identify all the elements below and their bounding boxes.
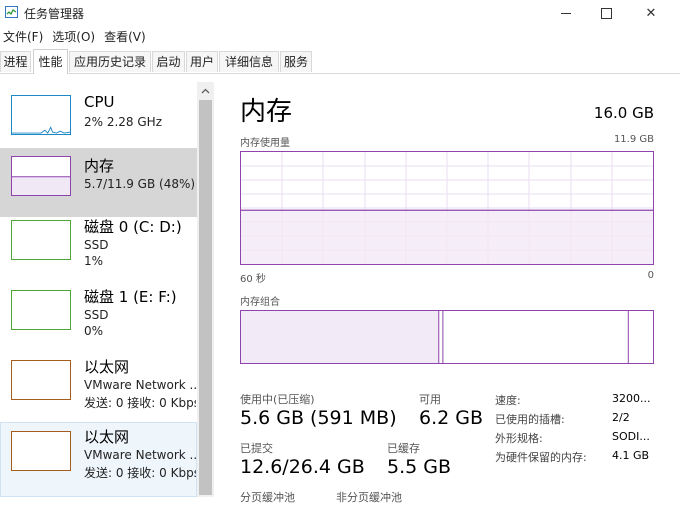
composition-label: 内存组合 [240,297,280,308]
paged-pool-label: 分页缓冲池 [240,491,295,504]
tab-processes[interactable]: 进程 [0,51,31,72]
sidebar-item-title: 磁盘 1 (E: F:) [84,288,177,306]
ethernet-1-thumbnail-graph [11,360,71,400]
menu-options[interactable]: 选项(O) [49,28,99,46]
scroll-thumb[interactable] [199,100,212,495]
sidebar-item-disk-1[interactable]: 磁盘 1 (E: F:) SSD 0% [0,286,197,355]
sidebar-scrollbar[interactable] [197,82,214,497]
form-factor-value: SODI... [612,430,650,443]
sidebar-item-ethernet-1[interactable]: 以太网 VMware Network ... 发送: 0 接收: 0 Kbps [0,356,197,425]
minimize-icon [561,12,571,14]
memory-thumbnail-graph [11,156,71,196]
sidebar-item-detail: 2% 2.28 GHz [84,115,163,129]
sidebar-item-detail: 发送: 0 接收: 0 Kbps [84,396,196,410]
title-bar: 任务管理器 ✕ [0,0,680,26]
slots-label: 已使用的插槽: [495,413,565,426]
sidebar-item-detail: 5.7/11.9 GB (48%) [84,177,196,191]
cached-label: 已缓存 [387,442,420,455]
committed-label: 已提交 [240,442,273,455]
sidebar-item-title: CPU [84,93,115,111]
in-use-label: 使用中(已压缩) [240,393,315,406]
memory-usage-graph [240,151,654,265]
memory-detail-panel: 内存 16.0 GB 内存使用量 11.9 GB 60 秒 0 内存组合 使用中… [214,82,680,504]
window-title: 任务管理器 [24,7,85,21]
sidebar-item-memory[interactable]: 内存 5.7/11.9 GB (48%) [0,148,197,217]
menu-bar: 文件(F) 选项(O) 查看(V) [0,28,152,46]
time-axis-left: 60 秒 [240,274,266,285]
slots-value: 2/2 [612,411,630,424]
speed-value: 3200... [612,392,651,405]
tab-details[interactable]: 详细信息 [219,51,279,72]
in-use-value: 5.6 GB (591 MB) [240,407,397,429]
performance-sidebar: CPU 2% 2.28 GHz 内存 5.7/11.9 GB (48%) 磁盘 … [0,82,197,497]
disk-0-thumbnail-graph [11,220,71,260]
available-value: 6.2 GB [419,407,484,429]
committed-value: 12.6/26.4 GB [240,456,365,478]
task-manager-icon [5,6,18,18]
sidebar-item-title: 以太网 [84,428,130,446]
hardware-reserved-label: 为硬件保留的内存: [495,451,587,464]
scroll-up-button[interactable] [197,82,214,99]
sidebar-item-title: 以太网 [84,358,130,376]
tab-startup[interactable]: 启动 [152,51,185,72]
ethernet-2-thumbnail-graph [11,431,71,471]
maximize-icon [600,7,612,19]
tab-app-history[interactable]: 应用历史记录 [69,51,151,72]
nonpaged-pool-label: 非分页缓冲池 [336,491,402,504]
form-factor-label: 外形规格: [495,432,543,445]
tab-services[interactable]: 服务 [280,51,312,72]
sidebar-item-detail: 发送: 0 接收: 0 Kbps [84,466,196,480]
tab-bar: 进程 性能 应用历史记录 启动 用户 详细信息 服务 [0,49,680,74]
sidebar-item-adapter: VMware Network ... [84,448,196,462]
cpu-thumbnail-graph [11,95,71,135]
speed-label: 速度: [495,394,521,407]
cached-value: 5.5 GB [387,456,452,478]
menu-file[interactable]: 文件(F) [0,28,47,46]
sidebar-item-title: 磁盘 0 (C: D:) [84,218,182,236]
sidebar-item-type: SSD [84,238,109,252]
sidebar-item-type: SSD [84,308,109,322]
page-title: 内存 [240,97,293,127]
sidebar-item-adapter: VMware Network ... [84,378,196,392]
sidebar-item-detail: 1% [84,254,104,268]
memory-total: 16.0 GB [593,104,654,122]
usage-graph-label: 内存使用量 [240,138,290,149]
usage-graph-max: 11.9 GB [613,134,654,145]
sidebar-item-title: 内存 [84,157,115,175]
sidebar-item-ethernet-2[interactable]: 以太网 VMware Network ... 发送: 0 接收: 0 Kbps [0,422,197,497]
memory-composition-bar [240,310,654,364]
hardware-reserved-value: 4.1 GB [612,449,650,462]
menu-view[interactable]: 查看(V) [101,28,150,46]
maximize-button[interactable] [583,0,629,26]
close-icon: ✕ [645,5,657,21]
sidebar-item-disk-0[interactable]: 磁盘 0 (C: D:) SSD 1% [0,216,197,285]
sidebar-item-cpu[interactable]: CPU 2% 2.28 GHz [0,82,197,151]
chevron-up-icon [201,88,210,93]
available-label: 可用 [419,393,441,406]
sidebar-item-detail: 0% [84,324,104,338]
tab-performance[interactable]: 性能 [33,49,68,74]
time-axis-right: 0 [647,270,654,281]
disk-1-thumbnail-graph [11,290,71,330]
tab-users[interactable]: 用户 [186,51,218,72]
close-button[interactable]: ✕ [628,0,674,26]
